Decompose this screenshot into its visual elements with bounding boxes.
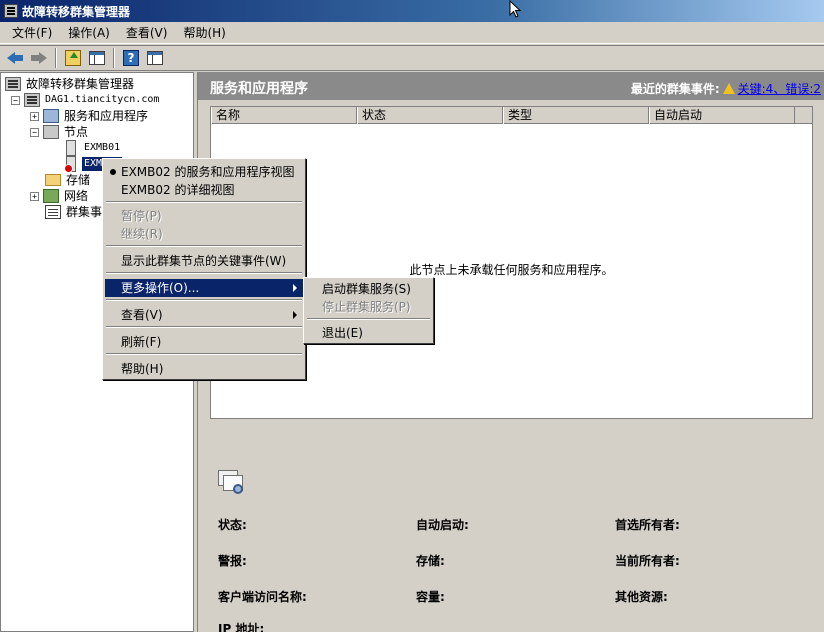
detail-storage: 存储: <box>416 554 445 568</box>
tree-root[interactable]: 故障转移群集管理器 <box>5 76 136 92</box>
cluster-icon <box>24 93 40 107</box>
up-folder-icon <box>65 50 81 66</box>
menu-action[interactable]: 操作(A) <box>60 22 118 44</box>
column-auto-start[interactable]: 自动启动 <box>649 107 795 124</box>
cluster-manager-icon <box>4 4 18 18</box>
menu-item-pause[interactable]: 暂停(P) <box>105 207 303 225</box>
tree-node-exmb01[interactable]: EXMB01 <box>63 140 122 156</box>
detail-alerts: 警报: <box>218 554 247 568</box>
back-button[interactable] <box>4 47 26 69</box>
detail-other-resources: 其他资源: <box>615 590 668 604</box>
list-header: 名称 状态 类型 自动启动 <box>211 107 812 124</box>
detail-current-owner: 当前所有者: <box>615 554 680 568</box>
column-name[interactable]: 名称 <box>211 107 357 124</box>
help-icon: ? <box>123 50 139 66</box>
menu-item-more-actions[interactable]: 更多操作(O)... <box>105 279 303 297</box>
detail-client-access-name: 客户端访问名称: <box>218 590 307 604</box>
toolbar-separator <box>55 48 57 68</box>
details-panel: 状态: 自动启动: 首选所有者: 警报: 存储: 当前所有者: 客户端访问名称:… <box>198 462 824 632</box>
server-down-icon <box>64 156 76 173</box>
help-button[interactable]: ? <box>120 47 142 69</box>
server-icon <box>66 140 76 156</box>
expand-icon[interactable]: + <box>30 191 39 201</box>
menu-separator <box>106 245 302 247</box>
mouse-cursor-icon <box>509 0 522 18</box>
forward-arrow-icon <box>31 52 47 64</box>
column-status[interactable]: 状态 <box>357 107 503 124</box>
menu-separator <box>106 299 302 301</box>
cluster-manager-icon <box>5 77 21 91</box>
nodes-icon <box>43 125 59 139</box>
tree-services[interactable]: + 服务和应用程序 <box>30 108 150 124</box>
tree-storage[interactable]: 存储 <box>45 172 92 188</box>
tree-nodes[interactable]: − 节点 <box>30 124 90 140</box>
recent-events-label: 最近的群集事件: <box>630 82 720 96</box>
show-action-pane-button[interactable] <box>144 47 166 69</box>
menu-item-services-view[interactable]: EXMB02 的服务和应用程序视图 <box>105 163 303 181</box>
tree-cluster[interactable]: − DAG1.tiancitycn.com <box>11 92 161 108</box>
forward-button[interactable] <box>28 47 50 69</box>
column-type[interactable]: 类型 <box>503 107 649 124</box>
warning-icon <box>722 83 735 94</box>
recent-events: 最近的群集事件: 关键:4、错误:2 <box>631 80 821 97</box>
console-tree-icon <box>89 51 105 65</box>
collapse-icon[interactable]: − <box>30 127 39 137</box>
events-icon <box>45 205 61 219</box>
menu-file[interactable]: 文件(F) <box>4 22 60 44</box>
detail-preferred-owner: 首选所有者: <box>615 518 680 532</box>
menu-separator <box>106 272 302 274</box>
up-level-button[interactable] <box>62 47 84 69</box>
radio-dot-icon <box>110 169 116 175</box>
show-hide-tree-button[interactable] <box>86 47 108 69</box>
expand-icon[interactable]: + <box>30 111 39 121</box>
menu-separator <box>106 353 302 355</box>
tree-network[interactable]: + 网络 <box>30 188 90 204</box>
menu-item-stop-cluster-service[interactable]: 停止群集服务(P) <box>306 298 431 316</box>
more-actions-submenu: 启动群集服务(S) 停止群集服务(P) 退出(E) <box>303 277 434 344</box>
menu-separator <box>106 326 302 328</box>
menu-separator <box>307 318 430 320</box>
detail-auto-start: 自动启动: <box>416 518 469 532</box>
menu-item-refresh[interactable]: 刷新(F) <box>105 333 303 351</box>
menu-item-resume[interactable]: 继续(R) <box>105 225 303 243</box>
context-menu: EXMB02 的服务和应用程序视图 EXMB02 的详细视图 暂停(P) 继续(… <box>102 158 306 380</box>
toolbar: ? <box>0 45 824 71</box>
menu-item-view[interactable]: 查看(V) <box>105 306 303 324</box>
window-title: 故障转移群集管理器 <box>22 4 131 19</box>
collapse-icon[interactable]: − <box>11 95 20 105</box>
action-pane-icon <box>147 51 163 65</box>
service-details-icon <box>218 470 244 496</box>
menu-help[interactable]: 帮助(H) <box>175 22 233 44</box>
menu-bar: 文件(F) 操作(A) 查看(V) 帮助(H) <box>0 22 824 44</box>
services-icon <box>43 109 59 123</box>
menu-item-exit[interactable]: 退出(E) <box>306 324 431 342</box>
menu-view[interactable]: 查看(V) <box>118 22 176 44</box>
menu-item-start-cluster-service[interactable]: 启动群集服务(S) <box>306 280 431 298</box>
network-icon <box>43 189 59 203</box>
detail-capacity: 容量: <box>416 590 445 604</box>
pane-title: 服务和应用程序 <box>210 81 308 97</box>
menu-item-detail-view[interactable]: EXMB02 的详细视图 <box>105 181 303 199</box>
menu-item-show-critical-events[interactable]: 显示此群集节点的关键事件(W) <box>105 252 303 270</box>
menu-separator <box>106 201 302 203</box>
detail-status: 状态: <box>218 518 247 532</box>
menu-item-help[interactable]: 帮助(H) <box>105 360 303 378</box>
submenu-arrow-icon <box>293 284 297 292</box>
title-bar: 故障转移群集管理器 <box>0 0 824 22</box>
toolbar-separator <box>113 48 115 68</box>
detail-ip-address: IP 地址: <box>218 622 265 632</box>
submenu-arrow-icon <box>293 311 297 319</box>
storage-icon <box>45 174 61 186</box>
critical-events-link[interactable]: 关键:4、错误:2 <box>738 80 821 97</box>
back-arrow-icon <box>7 52 23 64</box>
pane-header: 服务和应用程序 最近的群集事件: 关键:4、错误:2 <box>198 72 824 100</box>
